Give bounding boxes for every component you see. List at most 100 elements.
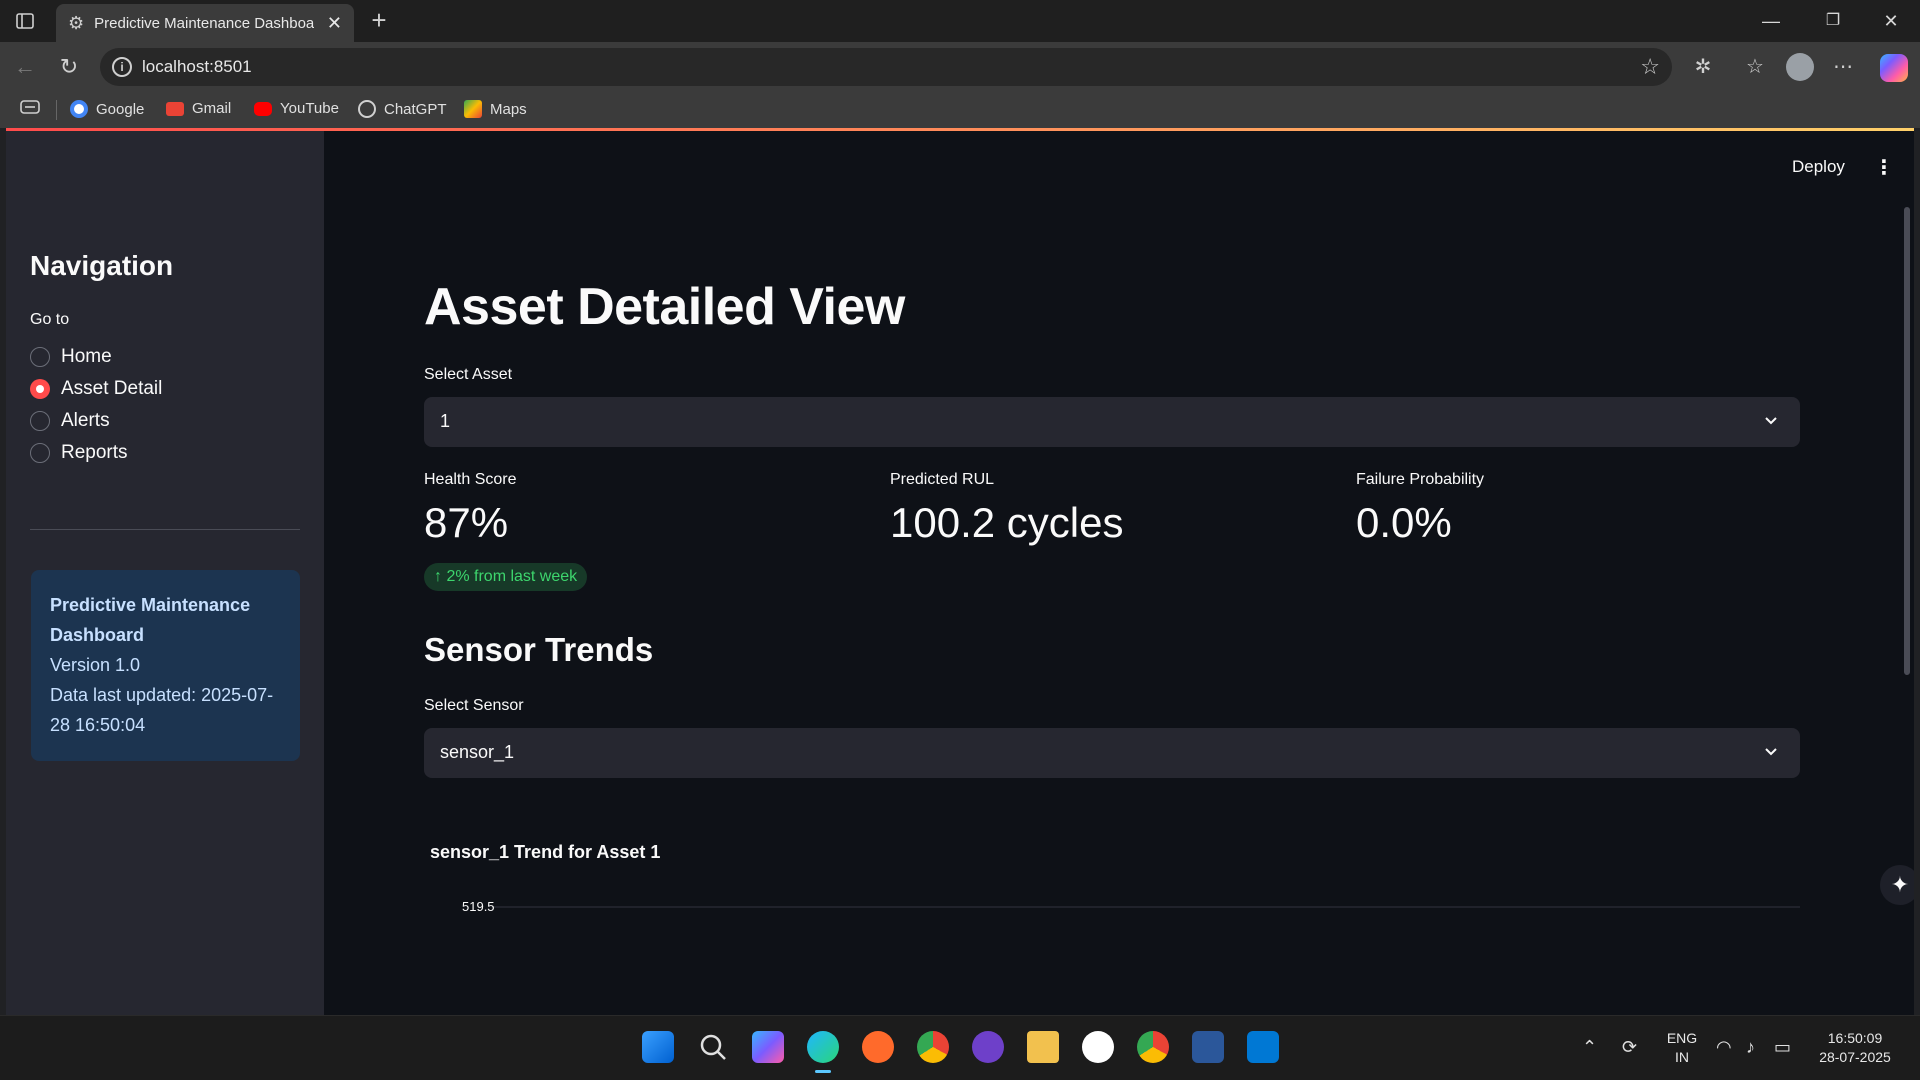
restore-icon[interactable]: ❐ [1818,8,1848,34]
main-menu-icon[interactable]: ⋮ [1874,155,1894,180]
github-icon[interactable] [972,1031,1004,1063]
region-code: IN [1675,1049,1689,1065]
chevron-up-icon[interactable]: ⌃ [1582,1037,1597,1058]
close-tab-icon[interactable]: ✕ [327,13,342,34]
copilot-icon[interactable] [1880,54,1908,82]
bookmark-youtube[interactable]: YouTube [254,100,339,117]
nav-option-label: Reports [61,442,128,463]
sparkle-icon[interactable]: ✦ [1880,865,1914,905]
edge-icon[interactable] [807,1031,839,1073]
bookmarks-divider [56,100,57,120]
wifi-icon[interactable]: ◠ [1716,1037,1732,1058]
favorites-icon[interactable]: ☆ [1742,54,1768,80]
close-window-icon[interactable]: ✕ [1876,8,1906,34]
chrome-profile-icon[interactable] [1137,1031,1169,1063]
sidebar-divider [30,529,300,530]
radio-button-selected[interactable] [30,379,50,399]
tab-actions-icon[interactable] [12,9,38,33]
profile-avatar[interactable] [1786,53,1814,81]
goto-label: Go to [30,311,70,328]
extensions-icon[interactable]: ✲ [1690,54,1716,80]
metric-label-health: Health Score [424,471,517,488]
mongodb-icon[interactable] [1082,1031,1114,1063]
health-delta-badge: ↑ 2% from last week [424,563,588,591]
nav-option-reports[interactable]: Reports [30,442,128,464]
metric-value-health: 87% [424,499,509,546]
info-updated: Data last updated: 2025-07-28 16:50:04 [50,685,274,735]
metric-label-failure: Failure Probability [1356,471,1485,488]
sensor-select-value: sensor_1 [440,742,515,762]
bookmark-maps[interactable]: Maps [464,100,527,118]
address-bar[interactable]: i localhost:8501 ☆ [100,48,1672,86]
info-box: Predictive Maintenance Dashboard Version… [31,570,300,761]
postman-icon[interactable] [862,1031,894,1063]
gear-icon: ⚙ [68,12,85,33]
tab-title: Predictive Maintenance Dashboard [94,14,315,32]
bookmark-star-icon[interactable]: ☆ [1640,54,1660,80]
nav-option-label: Asset Detail [61,378,163,399]
nav-option-label: Alerts [61,410,110,431]
minimize-icon[interactable]: — [1756,8,1786,34]
main-scrollbar[interactable] [1904,207,1910,675]
nav-option-label: Home [61,346,112,367]
clock[interactable]: 16:50:09 28-07-2025 [1812,1029,1898,1067]
bookmark-label: Google [96,100,145,118]
sensor-select[interactable]: sensor_1 [424,728,1800,778]
bookmark-gmail[interactable]: Gmail [166,100,231,117]
asset-select-value: 1 [440,411,451,431]
sensor-trend-chart[interactable]: 519.5 [424,871,1800,1015]
word-icon[interactable] [1192,1031,1224,1063]
language-indicator[interactable]: ENG IN [1664,1029,1700,1067]
copilot-app-icon[interactable] [752,1031,784,1063]
sync-icon[interactable]: ⟳ [1622,1037,1637,1058]
page-title: Asset Detailed View [424,278,905,336]
back-arrow-icon[interactable]: ← [12,54,38,80]
browser-tab[interactable]: ⚙ Predictive Maintenance Dashboard ✕ [56,4,354,42]
asset-select[interactable]: 1 [424,397,1800,447]
browser-tab-bar: ⚙ Predictive Maintenance Dashboard ✕ + —… [0,0,1920,42]
site-info-icon[interactable]: i [112,57,132,77]
nav-option-asset-detail[interactable]: Asset Detail [30,378,162,400]
gmail-icon [166,101,184,116]
bookmark-chatgpt[interactable]: ChatGPT [358,100,447,118]
windows-taskbar: ⌃ ⟳ ENG IN ◠ ♪ ▭ 16:50:09 28-07-2025 [0,1015,1920,1080]
select-asset-label: Select Asset [424,366,513,383]
google-icon [70,100,88,118]
bookmark-label: Gmail [192,100,232,117]
file-explorer-icon[interactable] [1027,1031,1059,1063]
info-version: Version 1.0 [50,655,141,675]
bookmark-label: ChatGPT [384,100,447,118]
info-title: Predictive Maintenance Dashboard [50,595,251,645]
reload-icon[interactable]: ↻ [56,54,82,80]
radio-button[interactable] [30,443,50,463]
radio-button[interactable] [30,347,50,367]
chart-title: sensor_1 Trend for Asset 1 [430,842,661,862]
select-sensor-label: Select Sensor [424,697,524,714]
maps-icon [464,100,482,118]
search-icon[interactable] [697,1031,729,1063]
deploy-button[interactable]: Deploy [1792,157,1845,177]
language-code: ENG [1666,1030,1698,1046]
volume-icon[interactable]: ♪ [1746,1037,1755,1058]
chevron-down-icon [1765,417,1777,425]
sidebar: Navigation Go to Home Asset Detail Alert… [6,131,324,1015]
nav-option-alerts[interactable]: Alerts [30,410,110,432]
url-text: localhost:8501 [142,57,252,76]
chrome-icon[interactable] [917,1031,949,1063]
start-icon[interactable] [642,1031,674,1063]
radio-button[interactable] [30,411,50,431]
tab-search-icon[interactable] [20,100,40,114]
battery-icon[interactable]: ▭ [1774,1037,1791,1058]
clock-time: 16:50:09 [1827,1030,1883,1046]
chevron-down-icon [1765,748,1777,756]
new-tab-button[interactable]: + [364,6,394,36]
chatgpt-icon [358,100,376,118]
bookmark-google[interactable]: Google [70,100,144,118]
more-options-icon[interactable]: ⋯ [1830,54,1856,80]
bookmark-label: Maps [490,100,527,118]
vscode-icon[interactable] [1247,1031,1279,1063]
nav-option-home[interactable]: Home [30,346,112,368]
section-title-sensor-trends: Sensor Trends [424,631,654,668]
main-content: Deploy ⋮ Asset Detailed View Select Asse… [324,131,1914,1015]
metric-label-rul: Predicted RUL [890,471,995,488]
